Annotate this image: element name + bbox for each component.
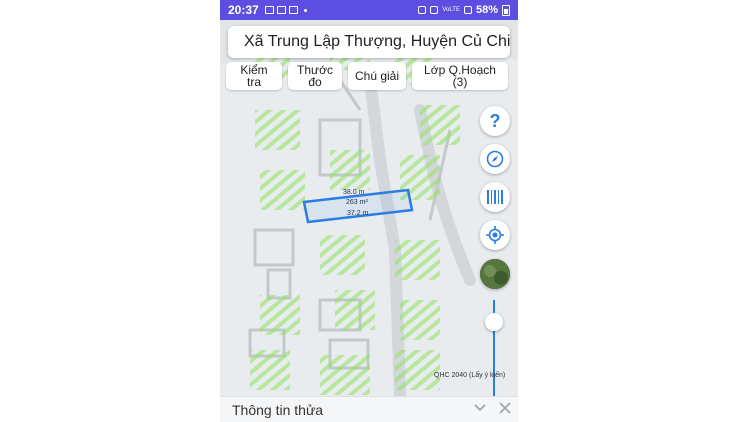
signal-icon: [463, 6, 472, 14]
my-location-button[interactable]: [480, 220, 510, 250]
satellite-layer-button[interactable]: [480, 259, 510, 289]
compass-icon: [486, 150, 504, 168]
check-button[interactable]: Kiểm tra: [226, 62, 282, 90]
notification-icon: [288, 6, 298, 14]
main-road: [364, 74, 406, 396]
phone-screen: 20:37 VoLTE 58% 38.0 m 263 m² 37.2 m Xã …: [220, 0, 518, 422]
battery-icon: [502, 4, 510, 16]
more-notifications-dot-icon: [303, 8, 307, 12]
location-title: Xã Trung Lập Thượng, Huyện Củ Chi: [244, 33, 511, 50]
location-header[interactable]: Xã Trung Lập Thượng, Huyện Củ Chi: [228, 26, 510, 58]
plot-area: 263 m²: [346, 199, 368, 206]
chevron-down-icon[interactable]: [474, 403, 486, 413]
satellite-thumbnail: [480, 259, 510, 289]
compass-button[interactable]: [480, 144, 510, 174]
barcode-button[interactable]: [480, 182, 510, 212]
help-button[interactable]: ?: [480, 106, 510, 136]
wifi-icon: [430, 6, 439, 14]
opacity-slider-thumb[interactable]: [485, 313, 503, 331]
barcode-icon: [487, 190, 503, 204]
help-icon: ?: [489, 110, 501, 131]
plot-bottom-length: 37.2 m: [347, 210, 369, 217]
status-bar: 20:37 VoLTE 58%: [220, 0, 518, 20]
sheet-title: Thông tin thửa: [232, 401, 324, 418]
measure-button[interactable]: Thước đo: [288, 62, 342, 90]
plan-layer-label: QHC 2040 (Lấy ý kiến): [434, 372, 506, 379]
planning-layer-button[interactable]: Lớp Q.Hoạch (3): [412, 62, 508, 90]
status-right: VoLTE 58%: [418, 4, 510, 16]
map-toolbar: Kiểm tra Thước đo Chú giải Lớp Q.Hoạch (…: [226, 62, 514, 90]
legend-button[interactable]: Chú giải: [348, 62, 406, 90]
my-location-icon: [486, 226, 504, 244]
notification-icons: [264, 6, 307, 14]
plot-top-length: 38.0 m: [343, 189, 365, 196]
notification-icon: [264, 6, 274, 14]
building-outline: [266, 268, 292, 300]
building-outline: [253, 228, 295, 267]
notification-icon: [276, 6, 286, 14]
battery-percent: 58%: [475, 4, 498, 16]
status-time: 20:37: [228, 3, 259, 17]
alarm-icon: [418, 6, 427, 14]
network-type: VoLTE: [442, 7, 460, 13]
close-icon[interactable]: [499, 402, 511, 414]
